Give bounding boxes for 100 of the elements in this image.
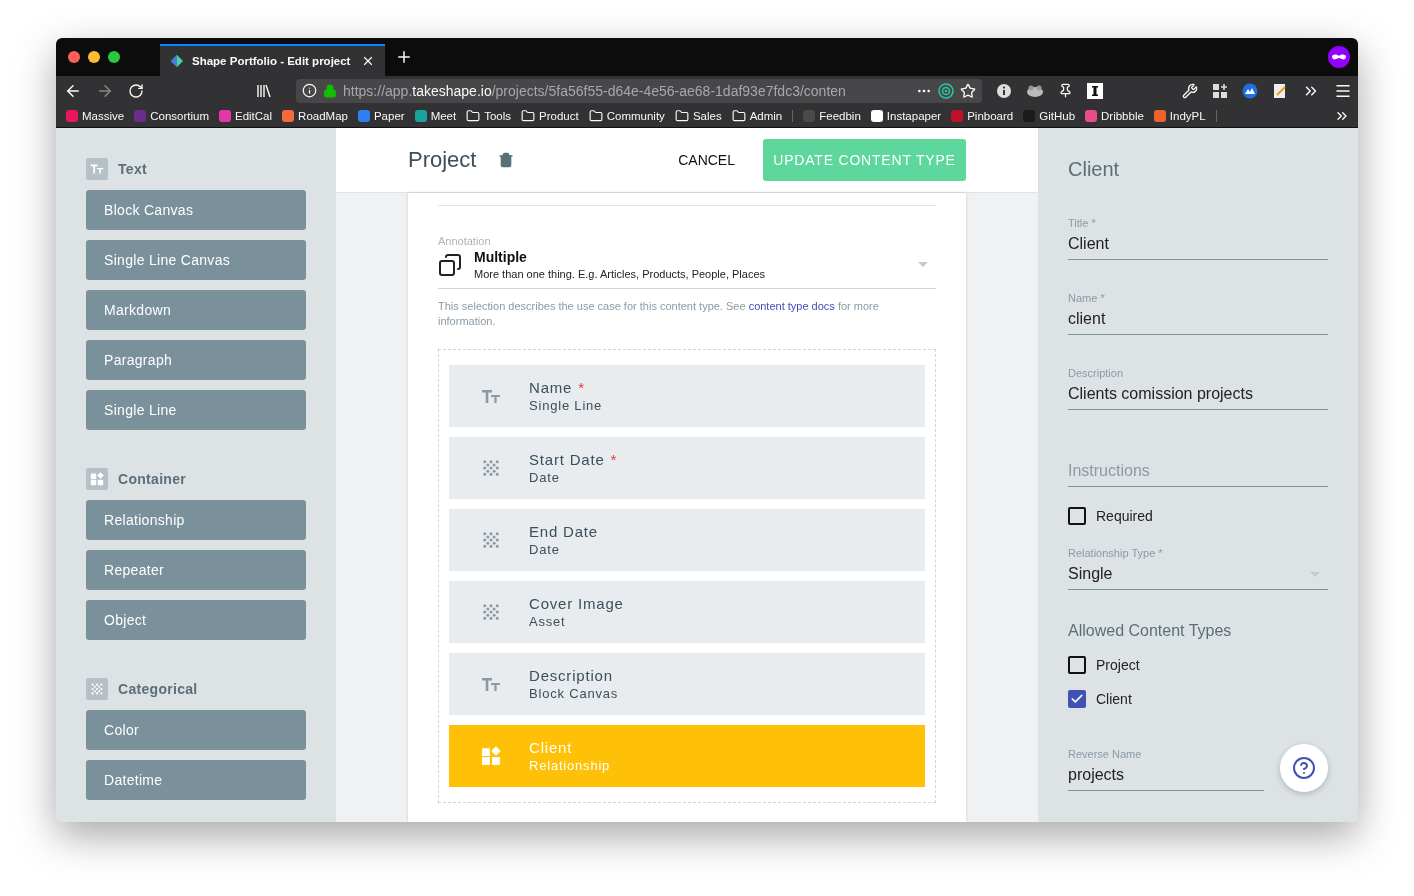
mask-icon[interactable]: [1328, 46, 1350, 68]
checkbox-label: Required: [1096, 508, 1153, 524]
select-value: Multiple: [474, 249, 528, 265]
docs-link[interactable]: content type docs: [748, 300, 835, 312]
bookmark-label: RoadMap: [298, 110, 348, 122]
select-description: More than one thing. E.g. Articles, Products, People, Places: [474, 268, 767, 280]
bookmark[interactable]: Pinboard: [951, 110, 1014, 122]
annotation-select[interactable]: Multiple More than one thing. E.g. Articles, Products, People, Places: [438, 249, 936, 289]
caret-icon: [918, 262, 928, 267]
bookmark[interactable]: Feedbin: [803, 110, 861, 122]
note-icon[interactable]: [1272, 82, 1288, 99]
zoom-light[interactable]: [108, 51, 120, 63]
bookmark-label: Tools: [484, 110, 512, 122]
new-tab-icon[interactable]: [395, 48, 413, 66]
bookmark[interactable]: IndyPL: [1153, 110, 1206, 122]
bookmark-label: GitHub: [1039, 110, 1076, 122]
pin-icon[interactable]: [1058, 83, 1073, 98]
field-row[interactable]: Cover Image Asset: [449, 581, 925, 643]
minimize-light[interactable]: [88, 51, 100, 63]
diamond-icon: [170, 54, 184, 68]
close-light[interactable]: [68, 51, 80, 63]
field-name: Start Date *: [529, 451, 618, 468]
bookmark[interactable]: Tools: [466, 109, 512, 123]
section-title: Container: [118, 471, 187, 487]
checkbox-label: Client: [1096, 691, 1132, 707]
bookmark[interactable]: Consortium: [134, 110, 209, 122]
trash-icon[interactable]: [498, 152, 515, 168]
dots-icon: [481, 602, 501, 622]
bookmark-label: EditCal: [235, 110, 273, 122]
text-icon: [90, 163, 104, 175]
field-label: Annotation: [438, 235, 492, 247]
field-row[interactable]: Description Block Canvas: [449, 653, 925, 715]
relationship-select[interactable]: Relationship Type * Single: [1068, 547, 1328, 590]
field-type: Asset: [529, 614, 567, 629]
checkbox[interactable]: [1068, 690, 1086, 708]
text-field[interactable]: Name * client: [1068, 292, 1328, 335]
field-name: Name *: [529, 379, 586, 396]
field-name: Client: [529, 739, 574, 756]
folder-icon: [731, 109, 746, 123]
bookmark[interactable]: EditCal: [219, 110, 273, 122]
field-row[interactable]: Name * Single Line: [449, 365, 925, 427]
bookmark-label: Sales: [692, 110, 722, 122]
url-field[interactable]: https://app.takeshape.io/projects/5fa56f55-d64e-4e56-ae68-1daf93e7fdc3/conten: [296, 78, 982, 103]
field-type: Date: [529, 470, 561, 485]
close-icon[interactable]: [361, 54, 375, 68]
bookmark-label: Dribbble: [1101, 110, 1144, 122]
bookmark[interactable]: Sales: [674, 109, 722, 123]
bookmark-label: Paper: [373, 110, 405, 122]
section-title: Categorical: [118, 681, 198, 697]
dots-icon: [481, 458, 501, 478]
bookmark[interactable]: Paper: [357, 110, 405, 122]
bookmark-label: Admin: [749, 110, 783, 122]
library-icon[interactable]: [256, 83, 272, 98]
widgets-icon[interactable]: [1212, 82, 1228, 99]
field-name: Cover Image: [529, 595, 624, 612]
star-icon[interactable]: [960, 82, 976, 99]
cancel-button[interactable]: CANCEL: [666, 142, 747, 178]
instapaper-icon[interactable]: [1087, 82, 1103, 99]
field-type: Block Canvas: [529, 686, 619, 701]
dots-icon: [481, 530, 501, 550]
widgets-icon: [481, 746, 501, 766]
field-name: Description: [529, 667, 614, 684]
bookmark[interactable]: Product: [521, 109, 579, 123]
text-field[interactable]: Title * Client: [1068, 217, 1328, 260]
folder-icon: [588, 109, 603, 123]
text-field[interactable]: Description Clients comission projects: [1068, 367, 1328, 410]
copy-icon: [438, 252, 462, 277]
checkbox[interactable]: [1068, 507, 1086, 525]
wrench-icon[interactable]: [1182, 82, 1198, 99]
help-button[interactable]: [1280, 744, 1328, 792]
bookmark-label: Community: [606, 110, 665, 122]
bookmark[interactable]: RoadMap: [282, 110, 348, 122]
browser-tab[interactable]: Shape Portfolio - Edit project: [160, 44, 385, 76]
check-icon: [1070, 692, 1084, 706]
reload-icon[interactable]: [128, 82, 144, 99]
field-type: Relationship: [529, 758, 611, 773]
content-type-title: Project: [408, 147, 477, 173]
bookmark[interactable]: Admin: [731, 109, 783, 123]
bookmark[interactable]: Meet: [414, 110, 457, 122]
field-row[interactable]: Start Date * Date: [449, 437, 925, 499]
section-title: Allowed Content Types: [1068, 622, 1233, 640]
text-field[interactable]: Reverse Name projects: [1068, 748, 1264, 791]
info-icon[interactable]: [996, 82, 1012, 99]
folder-icon: [674, 109, 689, 123]
field-name: End Date: [529, 523, 598, 540]
tab-title: Shape Portfolio - Edit project: [192, 55, 352, 67]
bookmark-label: Pinboard: [967, 110, 1014, 122]
bookmark[interactable]: Dribbble: [1085, 110, 1144, 122]
info-icon[interactable]: [302, 83, 317, 98]
target-icon[interactable]: [938, 82, 954, 99]
bookmark[interactable]: Instapaper: [870, 110, 942, 122]
bookmark[interactable]: Massive: [66, 110, 125, 122]
bookmark-label: Consortium: [150, 110, 209, 122]
bookmark[interactable]: Community: [588, 109, 665, 123]
bookmark[interactable]: GitHub: [1023, 110, 1076, 122]
field-type: Date: [529, 542, 561, 557]
text-icon: [481, 388, 501, 404]
checkbox[interactable]: [1068, 656, 1086, 674]
field-row[interactable]: End Date Date: [449, 509, 925, 571]
help-icon: [1292, 756, 1316, 780]
